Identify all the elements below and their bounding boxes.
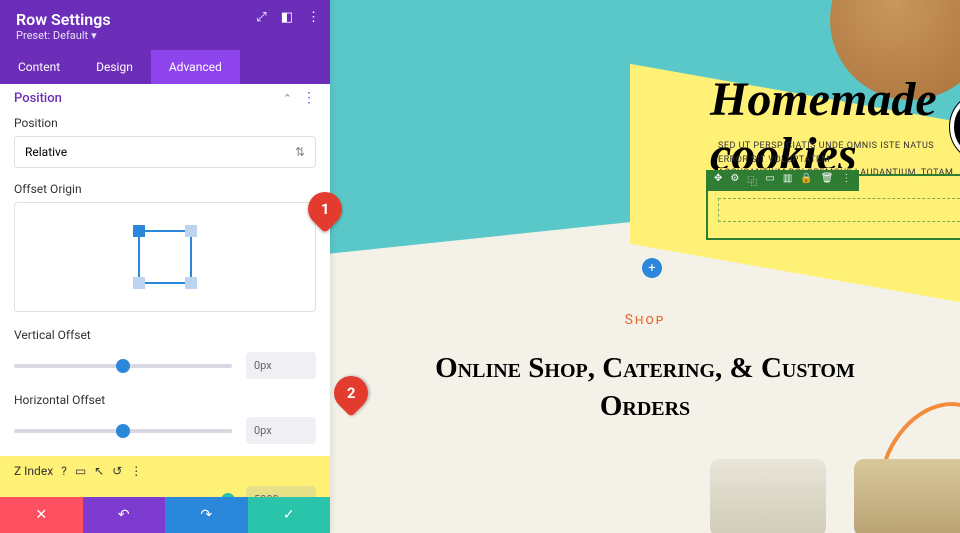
tabs: Content Design Advanced	[0, 50, 330, 84]
column-placeholder[interactable]	[718, 198, 960, 222]
settings-panel: Row Settings Preset: Default ▾ ⤢ ◧ ⋮ Con…	[0, 0, 330, 533]
zindex-options-icon[interactable]: ⋮	[130, 464, 142, 478]
save-icon[interactable]: ▭	[765, 173, 774, 188]
expand-icon[interactable]: ⤢	[256, 10, 266, 25]
responsive-icon[interactable]: ▭	[75, 464, 86, 478]
cancel-button[interactable]: ✕	[0, 497, 83, 533]
tab-content[interactable]: Content	[0, 50, 78, 84]
vertical-offset-label: Vertical Offset	[0, 324, 330, 348]
origin-label: Offset Origin	[0, 178, 330, 202]
horizontal-offset-label: Horizontal Offset	[0, 389, 330, 413]
section-options-icon[interactable]: ⋮	[302, 90, 316, 106]
row-action-toolbar: ✥ ⚙ ⿻ ▭ ▥ 🔒 🗑 ⋮	[706, 170, 859, 191]
product-thumb[interactable]	[854, 459, 960, 533]
undo-button[interactable]: ↶	[83, 497, 166, 533]
move-icon[interactable]: ✥	[714, 173, 722, 188]
panel-body: Position ⌃ ⋮ Position Relative ⇅ Offset …	[0, 84, 330, 497]
chevron-up-icon: ⌃	[283, 92, 292, 105]
position-label: Position	[0, 112, 330, 136]
chevron-down-icon: ▾	[91, 29, 97, 42]
panel-header: Row Settings Preset: Default ▾ ⤢ ◧ ⋮	[0, 0, 330, 50]
hover-icon[interactable]: ↖	[94, 464, 104, 478]
shop-eyebrow: Shop	[330, 312, 960, 328]
reset-icon[interactable]: ↺	[112, 464, 122, 478]
delete-icon[interactable]: 🗑	[821, 173, 834, 188]
duplicate-icon[interactable]: ⿻	[747, 173, 757, 188]
vertical-offset-input[interactable]: 0px	[246, 352, 316, 379]
preview-canvas: Homemade cookies Sed ut perspiciatis und…	[330, 0, 960, 533]
tab-advanced[interactable]: Advanced	[151, 50, 240, 84]
select-arrows-icon: ⇅	[295, 145, 305, 159]
shop-heading: Online Shop, Catering, & Custom Orders	[330, 350, 960, 425]
horizontal-offset-input[interactable]: 0px	[246, 417, 316, 444]
more-icon[interactable]: ⋮	[307, 10, 320, 25]
zindex-section: Z Index ? ▭ ↖ ↺ ⋮ 5000	[0, 456, 330, 497]
lock-icon[interactable]: 🔒	[800, 173, 812, 188]
preset-dropdown[interactable]: Preset: Default ▾	[16, 29, 314, 42]
selected-row[interactable]: ✥ ⚙ ⿻ ▭ ▥ 🔒 🗑 ⋮ +	[706, 174, 960, 240]
horizontal-offset-slider[interactable]	[14, 429, 232, 433]
tab-design[interactable]: Design	[78, 50, 151, 84]
annotation-pin-2: 2	[334, 376, 368, 410]
add-section-button[interactable]: +	[642, 258, 662, 278]
position-select[interactable]: Relative ⇅	[14, 136, 316, 168]
settings-icon[interactable]: ⚙	[730, 173, 739, 188]
help-icon[interactable]: ?	[61, 464, 67, 478]
redo-button[interactable]: ↷	[165, 497, 248, 533]
section-position-header[interactable]: Position ⌃ ⋮	[0, 84, 330, 112]
product-thumbs: ⋯	[710, 459, 960, 533]
save-button[interactable]: ✓	[248, 497, 331, 533]
columns-icon[interactable]: ▥	[783, 173, 792, 188]
vertical-offset-slider[interactable]	[14, 364, 232, 368]
zindex-label: Z Index	[14, 464, 53, 478]
offset-origin-picker[interactable]	[14, 202, 316, 312]
product-thumb[interactable]	[710, 459, 826, 533]
zindex-input[interactable]: 5000	[246, 486, 316, 497]
annotation-pin-1: 1	[308, 192, 342, 226]
snap-icon[interactable]: ◧	[281, 10, 293, 25]
more-icon[interactable]: ⋮	[841, 173, 851, 188]
